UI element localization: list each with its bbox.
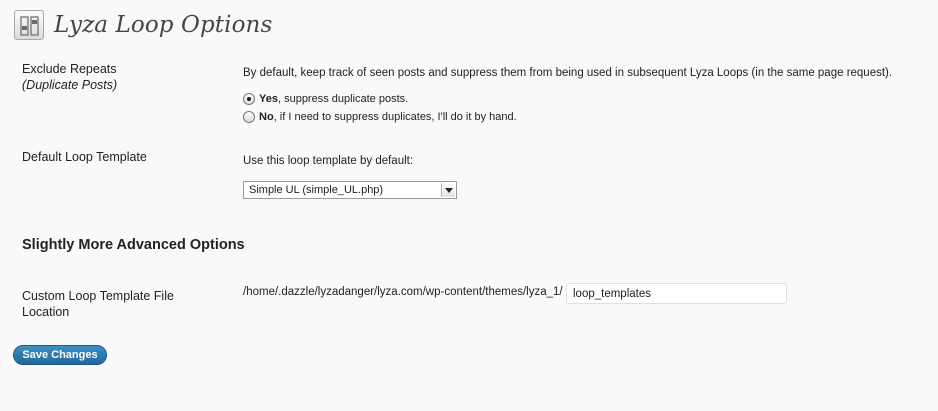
template-folder-input[interactable]: loop_templates <box>566 283 787 304</box>
radio-no-label: , if I need to suppress duplicates, I'll… <box>273 111 517 123</box>
default-template-description: Use this loop template by default: <box>243 155 414 167</box>
settings-sliders-icon <box>14 10 44 40</box>
template-select-value: Simple UL (simple_UL.php) <box>249 184 384 196</box>
radio-no[interactable] <box>243 111 255 123</box>
exclude-repeats-title: Exclude Repeats <box>22 62 117 76</box>
exclude-repeats-sublabel: (Duplicate Posts) <box>22 78 118 92</box>
default-template-label: Default Loop Template <box>22 150 147 164</box>
page-header: Lyza Loop Options <box>14 7 272 43</box>
radio-yes-bold: Yes <box>259 93 278 105</box>
exclude-repeats-description: By default, keep track of seen posts and… <box>243 67 893 79</box>
radio-option-no[interactable]: No , if I need to suppress duplicates, I… <box>243 111 517 123</box>
template-location-label-line2: Location <box>22 305 70 319</box>
radio-yes-label: , suppress duplicate posts. <box>277 93 409 105</box>
template-select[interactable]: Simple UL (simple_UL.php) <box>243 181 457 199</box>
radio-no-bold: No <box>259 111 274 123</box>
chevron-down-icon[interactable] <box>441 183 455 197</box>
template-path-prefix: /home/.dazzle/lyzadanger/lyza.com/wp-con… <box>243 286 563 298</box>
page-title: Lyza Loop Options <box>54 12 273 38</box>
save-changes-button[interactable]: Save Changes <box>13 345 107 365</box>
radio-yes[interactable] <box>243 93 255 105</box>
radio-option-yes[interactable]: Yes , suppress duplicate posts. <box>243 93 408 105</box>
template-location-label: Custom Loop Template File Location <box>22 288 174 320</box>
template-location-label-line1: Custom Loop Template File <box>22 289 174 303</box>
advanced-section-heading: Slightly More Advanced Options <box>22 237 245 253</box>
exclude-repeats-label: Exclude Repeats (Duplicate Posts) <box>22 61 117 93</box>
